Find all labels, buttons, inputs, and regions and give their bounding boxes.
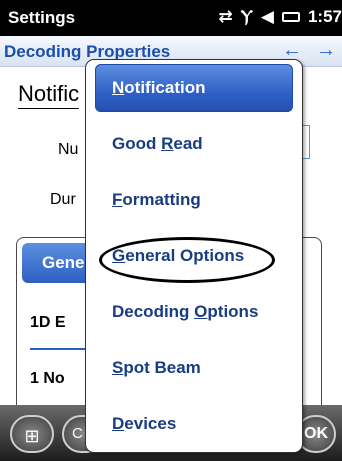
field-label: Nu [58,141,79,158]
field-label: Dur [50,191,76,208]
list-item[interactable]: 1D E [30,314,66,332]
start-button[interactable]: ⊞ [10,415,54,453]
menu-item-spot-beam[interactable]: Spot Beam [86,340,302,396]
menu-item-decoding-options[interactable]: Decoding Options [86,284,302,340]
popup-menu: Notification Good Read Formatting Genera… [85,59,303,453]
menu-item-notification[interactable]: Notification [95,64,293,112]
status-bar: Settings ⇄ Ⲩ ◀ 1:57 [0,0,342,36]
volume-icon: ◀ [260,7,274,26]
list-item[interactable]: 1 No [30,370,65,388]
clock[interactable]: 1:57 [308,7,342,27]
sync-icon: ⇄ [218,7,233,26]
menu-item-good-read[interactable]: Good Read [86,116,302,172]
highlight-circle [99,237,275,283]
arrow-right-icon[interactable]: → [316,39,336,62]
signal-off-icon: Ⲩ [240,7,253,26]
section-title: Notific [18,81,80,109]
status-icons: ⇄ Ⲩ ◀ 1:57 [218,7,342,27]
battery-icon [281,12,300,22]
menu-item-formatting[interactable]: Formatting [86,172,302,228]
app-title: Settings [8,8,76,27]
windows-flag-icon: ⊞ [24,426,40,446]
menu-item-devices[interactable]: Devices [86,396,302,452]
